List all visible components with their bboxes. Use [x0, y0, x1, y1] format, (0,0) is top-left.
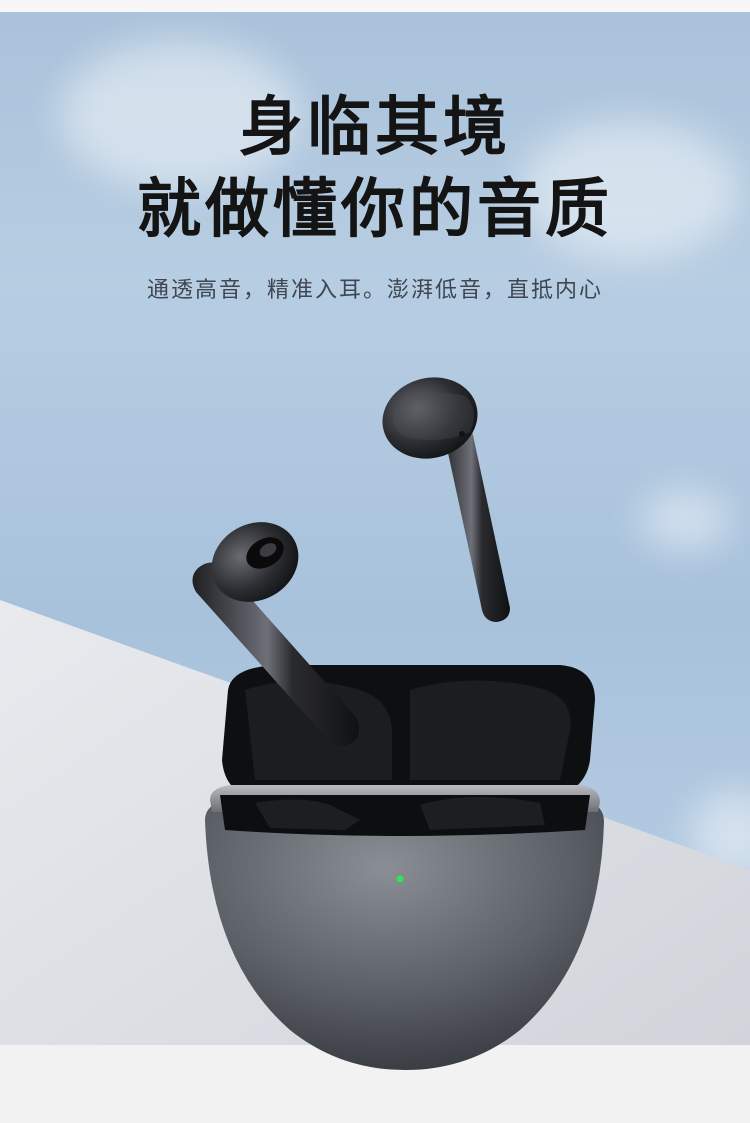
case-lid: [222, 665, 595, 800]
indicator-light: [396, 875, 404, 883]
right-earbud: [382, 377, 510, 622]
product-poster: 身临其境 就做懂你的音质 通透高音，精准入耳。澎湃低音，直抵内心: [0, 0, 750, 1123]
product-illustration: [0, 377, 750, 1123]
